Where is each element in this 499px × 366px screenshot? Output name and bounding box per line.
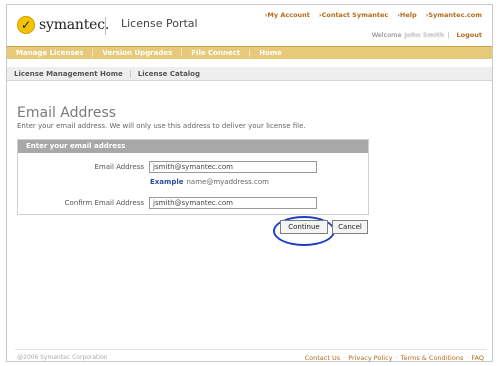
primary-nav: Manage Licenses Version Upgrades File Co… [7, 46, 492, 59]
nav-license-catalog[interactable]: License Catalog [131, 70, 207, 78]
nav-manage-licenses[interactable]: Manage Licenses [7, 49, 94, 57]
footer-separator: · [395, 354, 398, 362]
welcome-text: Welcome [371, 31, 402, 39]
page-title: Email Address [17, 105, 117, 121]
checkmark-logo-icon: ✓ [17, 16, 35, 34]
nav-license-management-home[interactable]: License Management Home [7, 69, 131, 78]
form-header: Enter your email address [18, 140, 368, 153]
email-field[interactable] [149, 161, 317, 173]
logout-link[interactable]: Logout [457, 31, 482, 39]
help-link[interactable]: ›Help [397, 11, 416, 19]
confirm-email-row: Confirm Email Address [18, 197, 317, 209]
email-label: Email Address [94, 163, 144, 171]
faq-link[interactable]: FAQ [471, 354, 484, 362]
logo[interactable]: ✓ symantec. [17, 14, 109, 36]
email-form-panel: Enter your email address Email Address E… [17, 139, 369, 215]
terms-conditions-link[interactable]: Terms & Conditions [401, 354, 464, 362]
confirm-email-label: Confirm Email Address [64, 199, 144, 207]
privacy-policy-link[interactable]: Privacy Policy [348, 354, 392, 362]
secondary-nav: License Management Home License Catalog [7, 67, 492, 81]
cancel-button[interactable]: Cancel [332, 220, 368, 234]
contact-us-link[interactable]: Contact Us [305, 354, 341, 362]
footer-divider [15, 349, 487, 350]
my-account-link[interactable]: ›My Account [265, 11, 310, 19]
symantec-com-link[interactable]: ›Symantec.com [426, 11, 482, 19]
nav-version-upgrades[interactable]: Version Upgrades [93, 49, 183, 57]
copyright: @2006 Symantec Corporation [17, 354, 108, 361]
contact-symantec-link[interactable]: ›Contact Symantec [319, 11, 388, 19]
example-label: Example [150, 178, 184, 186]
page-description: Enter your email address. We will only u… [17, 122, 306, 130]
top-links: ›My Account ›Contact Symantec ›Help ›Sym… [265, 11, 482, 19]
nav-home[interactable]: Home [250, 49, 291, 57]
nav-file-connect[interactable]: File Connect [182, 49, 251, 57]
header-divider [105, 17, 106, 35]
email-example: Example name@myaddress.com [150, 178, 269, 186]
confirm-email-field[interactable] [149, 197, 317, 209]
brand-name: symantec. [39, 17, 110, 33]
continue-button[interactable]: Continue [280, 220, 328, 234]
welcome-separator: | [447, 31, 450, 39]
example-value: name@myaddress.com [186, 178, 269, 186]
user-name: John Smith [404, 31, 445, 39]
footer-links: Contact Us · Privacy Policy · Terms & Co… [305, 354, 484, 362]
portal-title: License Portal [121, 17, 198, 30]
welcome-bar: Welcome John Smith | Logout [372, 31, 482, 39]
email-row: Email Address [18, 161, 317, 173]
page-frame: ✓ symantec. License Portal ›My Account ›… [6, 4, 493, 362]
footer-separator: · [343, 354, 346, 362]
footer-separator: · [466, 354, 469, 362]
